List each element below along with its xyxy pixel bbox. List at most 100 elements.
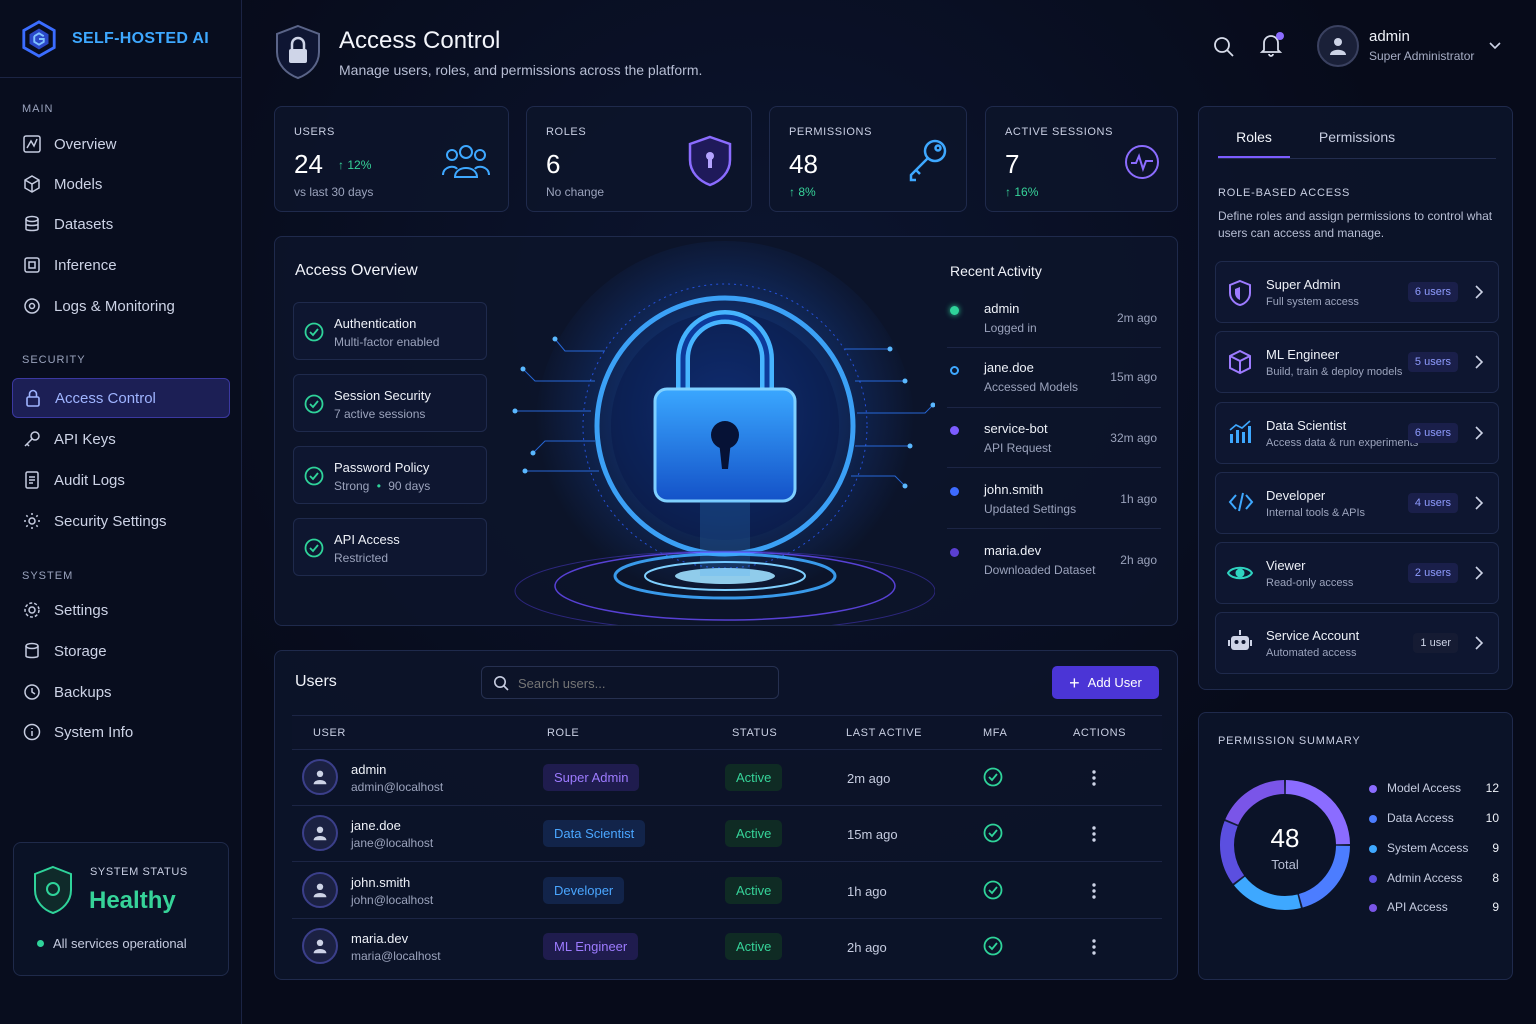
sidebar-item-settings[interactable]: Settings [12,590,230,630]
chevron-down-icon [1489,42,1501,50]
role-count: 5 users [1407,352,1458,372]
role-item-service-account[interactable]: Service Account Automated access 1 user [1215,612,1499,674]
legend-dot [1369,904,1377,912]
more-options-icon[interactable] [1091,938,1097,956]
more-options-icon[interactable] [1091,882,1097,900]
activity-row[interactable]: maria.dev Downloaded Dataset 2h ago [947,529,1161,589]
sidebar-item-overview[interactable]: Overview [12,124,230,164]
stat-value: 24 [294,149,323,179]
table-row[interactable]: john.smith john@localhost Developer Acti… [292,862,1162,919]
sidebar-item-security-settings[interactable]: Security Settings [12,501,230,541]
stat-value: 6 [546,149,561,179]
sidebar-item-models[interactable]: Models [12,164,230,204]
stat-card-permissions[interactable]: PERMISSIONS 48 ↑ 8% [769,106,967,212]
search-users-field[interactable] [481,666,779,699]
sidebar-item-label: Backups [54,683,112,701]
sidebar-item-datasets[interactable]: Datasets [12,204,230,244]
role-desc: Internal tools & APIs [1266,507,1366,519]
page-subtitle: Manage users, roles, and permissions acr… [339,62,703,78]
sidebar-item-label: Models [54,175,103,193]
sidebar-item-inference[interactable]: Inference [12,245,230,285]
tab-roles[interactable]: Roles [1218,121,1290,159]
tab-permissions[interactable]: Permissions [1311,121,1403,159]
stat-card-active-sessions[interactable]: ACTIVE SESSIONS 7 ↑ 16% [985,106,1178,212]
sidebar-item-label: API Keys [54,430,116,448]
stat-change-value: 8% [798,185,816,199]
last-active: 2h ago [847,940,887,955]
user-menu[interactable]: admin Super Administrator [1317,25,1507,69]
padlock-hologram-illustration [512,241,935,625]
activity-time: 15m ago [1110,370,1157,384]
roles-description: Define roles and assign permissions to c… [1218,209,1493,240]
legend-label: API Access [1387,900,1448,914]
sidebar-item-system-info[interactable]: System Info [12,712,230,752]
role-badge: Super Admin [543,764,640,791]
section-title-main: MAIN [22,103,54,115]
table-row[interactable]: admin admin@localhost Super Admin Active… [292,750,1162,806]
eye-icon [1227,566,1253,580]
activity-row[interactable]: john.smith Updated Settings 1h ago [947,468,1161,528]
tab-label: Roles [1236,129,1272,145]
permission-summary-title: PERMISSION SUMMARY [1218,735,1361,747]
role-item-super-admin[interactable]: Super Admin Full system access 6 users [1215,261,1499,323]
overview-item-sub: Restricted [334,551,389,565]
user-icon [313,883,327,898]
tab-divider [1218,158,1496,159]
role-badge: Data Scientist [543,820,646,847]
legend-label: Admin Access [1387,871,1463,885]
table-row[interactable]: maria.dev maria@localhost ML Engineer Ac… [292,919,1162,975]
column-header: ROLE [547,727,580,739]
table-row[interactable]: jane.doe jane@localhost Data Scientist A… [292,806,1162,862]
key-icon [24,431,40,447]
key-icon [909,139,947,182]
activity-row[interactable]: jane.doe Accessed Models 15m ago [947,347,1161,407]
role-count: 6 users [1407,282,1458,302]
sidebar-item-access-control[interactable]: Access Control [12,378,230,418]
overview-item-api-access[interactable]: API Access Restricted [293,518,487,576]
document-icon [25,471,39,489]
overview-item-title: Authentication [334,316,417,331]
status-dot [37,940,44,947]
activity-row[interactable]: service-bot API Request 32m ago [947,407,1161,467]
more-options-icon[interactable] [1091,769,1097,787]
stat-card-users[interactable]: USERS 24 ↑ 12% vs last 30 days [274,106,509,212]
more-options-icon[interactable] [1091,825,1097,843]
search-input[interactable] [518,673,768,693]
sidebar-item-storage[interactable]: Storage [12,631,230,671]
mfa-check-icon [983,823,1003,843]
overview-item-password-policy[interactable]: Password Policy Strong • 90 days [293,446,487,504]
chip-icon [24,257,40,273]
section-title-security: SECURITY [22,354,86,366]
donut-slice-data-access [1298,845,1350,908]
role-badge: Developer [543,877,625,904]
brand[interactable]: SELF-HOSTED AI [0,0,241,78]
add-user-button[interactable]: + Add User [1052,666,1159,699]
column-header: MFA [983,727,1008,739]
stat-card-roles[interactable]: ROLES 6 No change [526,106,752,212]
role-count: 6 users [1407,423,1458,443]
notifications-button[interactable] [1259,32,1285,60]
activity-row[interactable]: admin Logged in 2m ago [947,287,1161,347]
check-circle-icon [304,394,324,414]
role-item-ml-engineer[interactable]: ML Engineer Build, train & deploy models… [1215,331,1499,393]
status-badge: Active [725,877,783,904]
add-user-label: Add User [1087,675,1142,690]
legend-item: Admin Access 8 [1369,870,1499,888]
status-badge: Active [725,820,783,847]
overview-item-authentication[interactable]: Authentication Multi-factor enabled [293,302,487,360]
role-item-viewer[interactable]: Viewer Read-only access 2 users [1215,542,1499,604]
activity-action: API Request [984,441,1052,455]
role-item-data-scientist[interactable]: Data Scientist Access data & run experim… [1215,402,1499,464]
search-icon[interactable] [1213,36,1235,58]
sidebar-item-logs-monitoring[interactable]: Logs & Monitoring [12,286,230,326]
overview-item-session-security[interactable]: Session Security 7 active sessions [293,374,487,432]
backup-icon [24,684,40,700]
sidebar-item-audit-logs[interactable]: Audit Logs [12,460,230,500]
role-item-developer[interactable]: Developer Internal tools & APIs 4 users [1215,472,1499,534]
stat-label: USERS [294,126,335,138]
legend-value: 8 [1492,871,1499,885]
sidebar-item-backups[interactable]: Backups [12,672,230,712]
overview-item-sub: Multi-factor enabled [334,335,440,349]
sidebar-item-api-keys[interactable]: API Keys [12,419,230,459]
permission-summary-card: PERMISSION SUMMARY 48 Total Model Access… [1198,712,1513,980]
